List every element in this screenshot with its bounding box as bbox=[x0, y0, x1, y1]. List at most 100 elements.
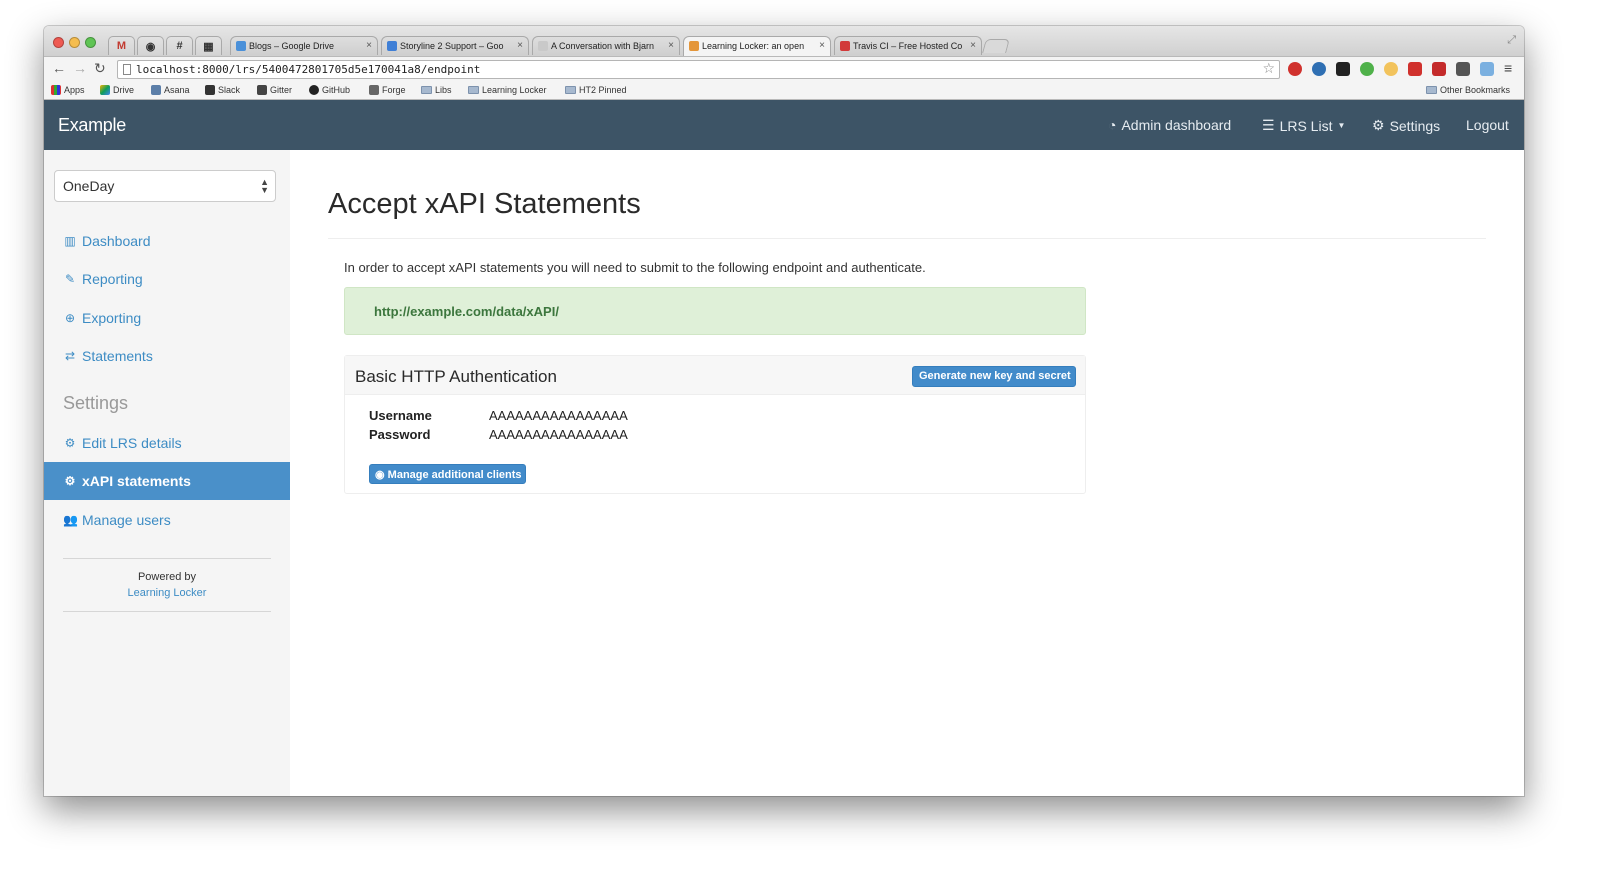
url-text: localhost:8000/lrs/5400472801705d5e17004… bbox=[136, 63, 481, 76]
bookmark-label: Learning Locker bbox=[482, 85, 547, 95]
todo-extension-icon[interactable] bbox=[1408, 62, 1422, 76]
tab-storyline-support[interactable]: Storyline 2 Support – Goo × bbox=[381, 36, 529, 55]
forward-arrow-icon[interactable]: → bbox=[73, 60, 87, 76]
folder-icon bbox=[1426, 86, 1437, 94]
sidebar-item-edit-lrs[interactable]: ⚙ Edit LRS details bbox=[44, 424, 290, 462]
sidebar-divider bbox=[63, 558, 271, 559]
evernote-extension-icon[interactable] bbox=[1360, 62, 1374, 76]
bookmark-label: Forge bbox=[382, 85, 406, 95]
tab-learning-locker[interactable]: Learning Locker: an open × bbox=[683, 36, 831, 56]
back-arrow-icon[interactable]: ← bbox=[52, 60, 66, 76]
gitter-icon: ▦ bbox=[203, 40, 214, 53]
generate-key-button[interactable]: Generate new key and secret bbox=[912, 366, 1076, 387]
bookmark-ht2-pinned[interactable]: HT2 Pinned bbox=[565, 85, 627, 95]
zoom-window-button[interactable] bbox=[85, 37, 96, 48]
bookmark-learning-locker[interactable]: Learning Locker bbox=[468, 85, 547, 95]
pencil-icon: ✎ bbox=[64, 272, 76, 286]
tab-strip: M ◉ # ▦ Blogs – Google Drive × Storyline… bbox=[44, 26, 1524, 56]
settings-label: Settings bbox=[1389, 117, 1441, 134]
bookmark-label: GitHub bbox=[322, 85, 351, 95]
close-tab-icon[interactable]: × bbox=[668, 40, 674, 51]
travis-icon bbox=[840, 41, 850, 51]
settings-link[interactable]: ⚙ Settings bbox=[1372, 117, 1440, 134]
close-tab-icon[interactable]: × bbox=[970, 40, 976, 51]
bookmark-label: Gitter bbox=[270, 85, 293, 95]
window-extension-icon[interactable] bbox=[1480, 62, 1494, 76]
tab-title: Travis CI – Free Hosted Co bbox=[853, 41, 963, 51]
reload-icon[interactable]: ↻ bbox=[94, 60, 106, 77]
folder-icon bbox=[421, 86, 432, 94]
bar-chart-icon: ▥ bbox=[64, 234, 76, 248]
github-icon: ◉ bbox=[145, 40, 156, 53]
tab-travis-ci[interactable]: Travis CI – Free Hosted Co × bbox=[834, 36, 982, 55]
select-arrows-icon: ▲ ▼ bbox=[260, 177, 269, 195]
opera-extension-icon[interactable] bbox=[1288, 62, 1302, 76]
globe-extension-icon[interactable] bbox=[1312, 62, 1326, 76]
pinned-tab-gmail[interactable]: M bbox=[108, 36, 135, 55]
close-tab-icon[interactable]: × bbox=[819, 40, 825, 51]
password-label: Password bbox=[369, 427, 431, 442]
pinned-tab-github[interactable]: ◉ bbox=[137, 36, 164, 55]
sidebar-item-reporting[interactable]: ✎ Reporting bbox=[44, 260, 290, 298]
endpoint-alert: http://example.com/data/xAPI/ bbox=[344, 287, 1086, 335]
dashboard-gauge-icon: ◔ bbox=[1108, 117, 1117, 133]
screenshot-stage: M ◉ # ▦ Blogs – Google Drive × Storyline… bbox=[0, 0, 1600, 874]
google-drive-icon bbox=[236, 41, 246, 51]
menu-icon[interactable]: ≡ bbox=[1504, 60, 1512, 76]
bookmark-gitter[interactable]: Gitter bbox=[257, 85, 292, 95]
globe-icon: ◉ bbox=[375, 469, 385, 481]
pinned-tab-gitter[interactable]: ▦ bbox=[195, 36, 222, 55]
sidebar-item-statements[interactable]: ⇄ Statements bbox=[44, 337, 290, 375]
bookmark-forge[interactable]: Forge bbox=[369, 85, 406, 95]
bookmark-label: Libs bbox=[435, 85, 452, 95]
minimize-window-button[interactable] bbox=[69, 37, 80, 48]
brand-logo[interactable]: Example bbox=[58, 115, 126, 136]
tools-extension-icon[interactable] bbox=[1456, 62, 1470, 76]
hacker-extension-icon[interactable] bbox=[1336, 62, 1350, 76]
asana-icon bbox=[151, 85, 161, 95]
bookmark-drive[interactable]: Drive bbox=[100, 85, 134, 95]
close-window-button[interactable] bbox=[53, 37, 64, 48]
lrs-list-dropdown[interactable]: ☰ LRS List ▼ bbox=[1262, 117, 1345, 134]
password-value: AAAAAAAAAAAAAAAA bbox=[489, 427, 628, 442]
lrs-list-label: LRS List bbox=[1279, 117, 1333, 134]
close-tab-icon[interactable]: × bbox=[366, 40, 372, 51]
exchange-icon: ⇄ bbox=[64, 349, 76, 363]
endpoint-url[interactable]: http://example.com/data/xAPI/ bbox=[374, 304, 559, 319]
sidebar-item-exporting[interactable]: ⊕ Exporting bbox=[44, 299, 290, 337]
lastpass-extension-icon[interactable] bbox=[1432, 62, 1446, 76]
bookmark-github[interactable]: GitHub bbox=[309, 85, 350, 95]
tab-title: A Conversation with Bjarn bbox=[551, 41, 655, 51]
fullscreen-icon[interactable]: ⤢ bbox=[1507, 34, 1516, 47]
bookmark-label: Other Bookmarks bbox=[1440, 85, 1511, 95]
bookmark-other[interactable]: Other Bookmarks bbox=[1426, 85, 1510, 95]
bookmark-libs[interactable]: Libs bbox=[421, 85, 452, 95]
manage-clients-label: Manage additional clients bbox=[387, 469, 522, 481]
gear-icon: ⚙ bbox=[64, 436, 76, 450]
tab-conversation-bjarne[interactable]: A Conversation with Bjarn × bbox=[532, 36, 680, 55]
cookie-extension-icon[interactable] bbox=[1384, 62, 1398, 76]
bookmark-slack[interactable]: Slack bbox=[205, 85, 240, 95]
pinned-tab-slack[interactable]: # bbox=[166, 36, 193, 55]
manage-clients-button[interactable]: ◉ Manage additional clients bbox=[369, 464, 526, 484]
sidebar: OneDay ▲ ▼ ▥ Dashboard ✎ Reporting ⊕ Expo… bbox=[44, 150, 290, 796]
users-icon: 👥 bbox=[63, 513, 78, 527]
learning-locker-link[interactable]: Learning Locker bbox=[44, 587, 290, 599]
lrs-select[interactable]: OneDay ▲ ▼ bbox=[54, 170, 276, 202]
sidebar-item-manage-users[interactable]: 👥 Manage users bbox=[44, 501, 290, 539]
sidebar-item-xapi-statements[interactable]: ⚙ xAPI statements bbox=[44, 462, 290, 500]
browser-toolbar: ← → ↻ localhost:8000/lrs/5400472801705d5… bbox=[44, 56, 1524, 82]
list-icon: ☰ bbox=[1262, 117, 1275, 133]
bookmark-asana[interactable]: Asana bbox=[151, 85, 190, 95]
bookmark-apps[interactable]: Apps bbox=[51, 85, 85, 95]
logout-link[interactable]: Logout bbox=[1466, 117, 1509, 133]
new-tab-button[interactable] bbox=[982, 39, 1010, 53]
admin-dashboard-link[interactable]: ◔ Admin dashboard bbox=[1108, 117, 1231, 133]
tab-blogs-drive[interactable]: Blogs – Google Drive × bbox=[230, 36, 378, 55]
auth-panel-title: Basic HTTP Authentication bbox=[355, 367, 557, 386]
address-bar[interactable]: localhost:8000/lrs/5400472801705d5e17004… bbox=[117, 60, 1280, 79]
close-tab-icon[interactable]: × bbox=[517, 40, 523, 51]
bookmark-star-icon[interactable]: ☆ bbox=[1262, 61, 1275, 77]
sidebar-item-dashboard[interactable]: ▥ Dashboard bbox=[44, 222, 290, 260]
window-controls bbox=[53, 37, 96, 48]
